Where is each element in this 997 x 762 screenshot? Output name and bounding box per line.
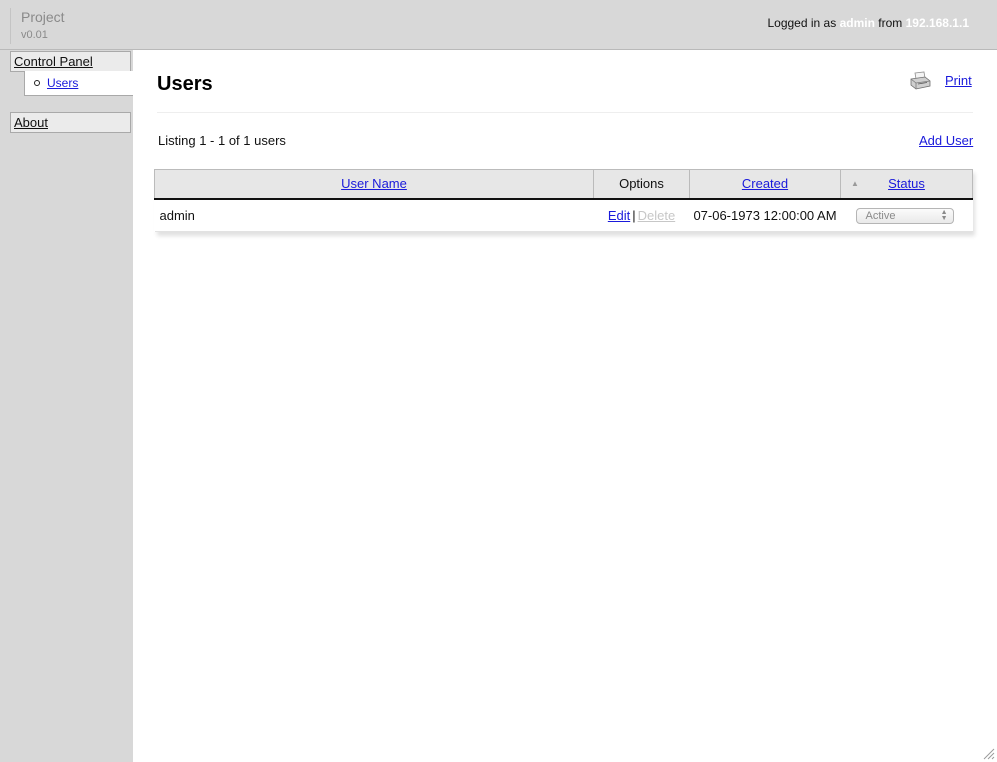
sort-up-icon: ▲: [851, 179, 859, 188]
app-name: Project: [21, 9, 65, 25]
main-content: Users Print Listing 1 - 1 of 1 users Add…: [133, 50, 997, 762]
listing-summary: Listing 1 - 1 of 1 users: [158, 133, 286, 148]
table-row: admin Edit | Delete 07-06-1973 12:00:00 AM…: [154, 198, 973, 232]
sidebar-item-control-panel[interactable]: Control Panel: [10, 51, 131, 72]
app-version: v0.01: [21, 29, 48, 41]
login-username: admin: [839, 16, 875, 30]
cell-status: Active ▲ ▼: [840, 198, 973, 232]
sidebar-link-control-panel[interactable]: Control Panel: [14, 54, 93, 69]
printer-icon[interactable]: [909, 71, 931, 91]
print-link[interactable]: Print: [945, 73, 972, 88]
brand: Project v0.01: [10, 8, 65, 44]
status-select[interactable]: Active ▲ ▼: [855, 208, 954, 224]
login-info: Logged in as admin from 192.168.1.1: [767, 16, 969, 30]
title-divider: [157, 112, 973, 113]
delete-link-disabled: Delete: [637, 207, 676, 223]
sidebar-subnav: Users: [24, 71, 133, 96]
sort-user-name-link[interactable]: User Name: [341, 176, 407, 191]
options-separator: |: [632, 207, 636, 223]
add-user-link[interactable]: Add User: [919, 133, 973, 148]
login-from-label: from: [878, 16, 903, 30]
sidebar-link-about[interactable]: About: [14, 115, 48, 130]
users-table: User Name Options Created ▲ Status admin: [154, 169, 973, 232]
sort-created-link[interactable]: Created: [742, 176, 788, 191]
column-header-user-name[interactable]: User Name: [154, 169, 594, 200]
page-title: Users: [157, 73, 213, 95]
edit-link[interactable]: Edit: [608, 208, 630, 223]
cell-created: 07-06-1973 12:00:00 AM: [689, 198, 841, 232]
bullet-icon: [34, 80, 40, 86]
status-select-value: Active: [865, 210, 896, 222]
column-header-created[interactable]: Created: [689, 169, 841, 200]
cell-user-name: admin: [154, 198, 594, 232]
table-header-row: User Name Options Created ▲ Status: [154, 169, 973, 200]
top-header: Project v0.01 Logged in as admin from 19…: [0, 0, 997, 50]
column-header-status[interactable]: ▲ Status: [840, 169, 973, 200]
sidebar-link-users[interactable]: Users: [47, 76, 78, 90]
login-prefix: Logged in as: [767, 16, 837, 30]
login-ip: 192.168.1.1: [905, 16, 969, 30]
column-header-options: Options: [593, 169, 690, 200]
sidebar-item-about[interactable]: About: [10, 112, 131, 133]
sort-status-link[interactable]: Status: [888, 176, 925, 191]
sidebar: Control Panel Users About: [0, 50, 133, 762]
select-arrows-icon: ▲ ▼: [940, 209, 948, 222]
users-table-wrapper: User Name Options Created ▲ Status admin: [154, 169, 973, 232]
cell-options: Edit | Delete: [593, 198, 690, 232]
resize-grip-icon[interactable]: [983, 748, 995, 760]
